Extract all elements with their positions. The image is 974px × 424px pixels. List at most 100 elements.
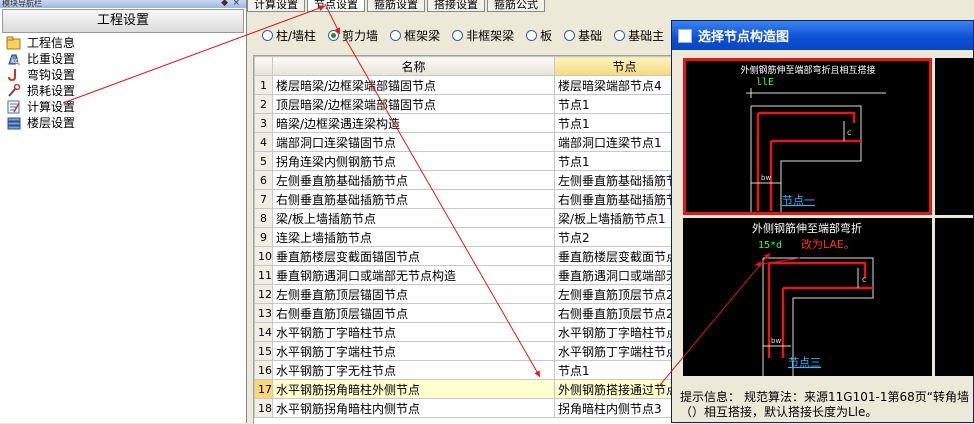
table-row[interactable]: 13 右侧垂直筋顶层锚固节点 右侧垂直筋顶层节点2 xyxy=(254,303,674,323)
dim-label: c xyxy=(862,275,866,284)
nav-item-loss[interactable]: 损耗设置 xyxy=(0,83,246,99)
node-value-cell[interactable]: 节点2 xyxy=(554,227,674,247)
node-value-cell[interactable]: 水平钢筋丁字端柱节点1 xyxy=(554,341,674,361)
node-option-3[interactable]: 外侧钢筋伸至端部弯折 15*d 改为LAE。 c bw 节点三 xyxy=(683,218,932,376)
table-row[interactable]: 14 水平钢筋丁字暗柱节点 水平钢筋丁字暗柱节点1 xyxy=(254,322,674,342)
node-value-cell[interactable]: 垂直筋遇洞口或端部无节 xyxy=(554,265,674,285)
component-type-radio-group: 柱/墙柱 剪力墙 框架梁 非框架梁 板 基础 基础主 xyxy=(262,24,682,46)
table-row[interactable]: 15 水平钢筋丁字端柱节点 水平钢筋丁字端柱节点1 xyxy=(254,341,674,361)
node-value-cell[interactable]: 垂直筋楼层变截面节点3 xyxy=(554,246,674,266)
table-row[interactable]: 7右侧垂直筋基础插筋节点右侧垂直筋基础插筋节点1 xyxy=(254,189,674,209)
node-option-4-partial[interactable] xyxy=(935,218,974,376)
node-name-cell: 左侧垂直筋基础插筋节点 xyxy=(272,170,555,190)
radio-button-icon[interactable] xyxy=(452,29,464,41)
nav-list: 工程信息 kg 比重设置 弯钩设置 损耗设置 计算设置 楼层设置 xyxy=(0,35,246,131)
radio-option[interactable]: 基础主 xyxy=(614,27,664,44)
node-value-cell[interactable]: 右侧垂直筋顶层节点2 xyxy=(554,303,674,323)
table-row[interactable]: 12 左侧垂直筋顶层锚固节点 左侧垂直筋顶层节点2 xyxy=(254,284,674,304)
node-label: 节点三 xyxy=(788,356,821,369)
node-name-cell: 暗梁/边框梁遇连梁构造 xyxy=(272,113,555,133)
radio-option[interactable]: 基础 xyxy=(564,27,602,44)
node-option-2-partial[interactable] xyxy=(935,58,974,215)
radio-button-icon[interactable] xyxy=(328,29,340,41)
table-row[interactable]: 10 垂直筋楼层变截面锚固节点 垂直筋楼层变截面节点3 xyxy=(254,246,674,266)
row-number: 12 xyxy=(254,284,273,304)
node-name-cell: 水平钢筋丁字无柱节点 xyxy=(272,360,555,380)
nav-item-floors[interactable]: 楼层设置 xyxy=(0,115,246,131)
pin-icon[interactable]: ◆ xyxy=(221,0,228,8)
node-value-cell[interactable]: 梁/板上墙插筋节点1 xyxy=(554,208,674,228)
close-icon[interactable]: × xyxy=(232,0,240,8)
nav-item-label: 工程信息 xyxy=(27,36,76,50)
radio-label: 剪力墙 xyxy=(342,28,379,43)
settings-tabs: 计算设置 节点设置 箍筋设置 搭接设置 箍筋公式 xyxy=(247,0,974,12)
table-row[interactable]: 4 端部洞口连梁锚固节点 端部洞口连梁节点1 xyxy=(254,132,674,152)
diagram-tag: 15*d xyxy=(758,240,782,251)
table-row[interactable]: 6左侧垂直筋基础插筋节点左侧垂直筋基础插筋节点1 xyxy=(254,170,674,190)
node-value-cell[interactable]: 节点1 xyxy=(554,360,674,380)
node-value-cell[interactable]: 拐角暗柱内侧节点3 xyxy=(554,398,674,418)
node-value-cell[interactable]: 节点1 xyxy=(554,113,674,133)
node-value-cell[interactable]: 端部洞口连梁节点1 xyxy=(554,132,674,152)
node-name-cell: 水平钢筋丁字暗柱节点 xyxy=(272,322,555,342)
node-value-cell[interactable]: 左侧垂直筋基础插筋节点1 xyxy=(554,170,674,190)
nav-item-calc[interactable]: 计算设置 xyxy=(0,99,246,115)
radio-button-icon[interactable] xyxy=(262,29,273,41)
tab-calc[interactable]: 计算设置 xyxy=(247,0,305,12)
nav-top-strip: 模块导航栏 ◆ × xyxy=(0,0,246,8)
wrench-icon xyxy=(6,83,22,98)
nav-item-hook[interactable]: 弯钩设置 xyxy=(0,67,246,83)
radio-button-icon[interactable] xyxy=(614,29,626,41)
node-value-cell[interactable]: 水平钢筋丁字暗柱节点1 xyxy=(554,322,674,342)
nav-item-weight[interactable]: kg 比重设置 xyxy=(0,51,246,67)
select-node-dialog: 选择节点构造图 外侧钢筋伸至端部弯折且相互搭接 llE c bw 节点一 外侧钢… xyxy=(671,20,974,423)
nav-header[interactable]: 工程设置 xyxy=(2,9,244,33)
table-row[interactable]: 2 顶层暗梁/边框梁端部锚固节点 节点1 xyxy=(254,94,674,114)
module-nav-panel: 模块导航栏 ◆ × 工程设置 工程信息 kg 比重设置 弯钩设置 损耗设置 计算… xyxy=(0,0,247,423)
table-row[interactable]: 16 水平钢筋丁字无柱节点 节点1 xyxy=(254,360,674,380)
row-number: 8 xyxy=(254,208,273,228)
radio-option[interactable]: 板 xyxy=(526,27,552,44)
table-row[interactable]: 17 水平钢筋拐角暗柱外侧节点 外侧钢筋搭接通过节点1 xyxy=(254,379,674,399)
node-value-cell[interactable]: 节点1 xyxy=(554,151,674,171)
node-value-cell[interactable]: 左侧垂直筋顶层节点2 xyxy=(554,284,674,304)
nav-item-label: 弯钩设置 xyxy=(27,68,76,82)
node-label: 节点一 xyxy=(782,194,815,207)
node-value-cell[interactable]: 右侧垂直筋基础插筋节点1 xyxy=(554,189,674,209)
radio-option[interactable]: 剪力墙 xyxy=(328,27,378,44)
node-name-cell: 连梁上墙插筋节点 xyxy=(272,227,555,247)
nav-item-project-info[interactable]: 工程信息 xyxy=(0,35,246,51)
node-value-cell[interactable]: 节点1 xyxy=(554,94,674,114)
radio-button-icon[interactable] xyxy=(390,29,402,41)
radio-button-icon[interactable] xyxy=(564,29,576,41)
radio-label: 非框架梁 xyxy=(466,28,515,43)
node-value-cell[interactable]: 外侧钢筋搭接通过节点1 xyxy=(554,379,674,399)
svg-text:kg: kg xyxy=(11,57,20,65)
table-row[interactable]: 11垂直钢筋遇洞口或端部无节点构造垂直筋遇洞口或端部无节 xyxy=(254,265,674,285)
dialog-title-bar[interactable]: 选择节点构造图 xyxy=(672,21,973,50)
table-row[interactable]: 1 楼层暗梁/边框梁端部锚固节点 楼层暗梁端部节点4 xyxy=(254,75,674,95)
tab-lap[interactable]: 搭接设置 xyxy=(427,0,485,12)
row-number: 14 xyxy=(254,322,273,342)
column-header-node[interactable]: 节点 xyxy=(554,56,674,76)
tab-stirrup-formula[interactable]: 箍筋公式 xyxy=(487,0,545,12)
radio-option[interactable]: 柱/墙柱 xyxy=(262,27,316,44)
table-row[interactable]: 5 拐角连梁内侧钢筋节点 节点1 xyxy=(254,151,674,171)
table-row[interactable]: 8 梁/板上墙插筋节点 梁/板上墙插筋节点1 xyxy=(254,208,674,228)
column-header-name[interactable]: 名称 xyxy=(272,56,555,76)
table-row[interactable]: 3 暗梁/边框梁遇连梁构造 节点1 xyxy=(254,113,674,133)
table-row[interactable]: 9 连梁上墙插筋节点 节点2 xyxy=(254,227,674,247)
row-number: 1 xyxy=(254,75,273,95)
radio-button-icon[interactable] xyxy=(526,29,538,41)
radio-option[interactable]: 非框架梁 xyxy=(452,27,514,44)
tab-node[interactable]: 节点设置 xyxy=(307,0,365,12)
row-number: 9 xyxy=(254,227,273,247)
folder-icon xyxy=(6,36,22,50)
node-option-1[interactable]: 外侧钢筋伸至端部弯折且相互搭接 llE c bw 节点一 xyxy=(683,58,932,215)
layers-icon xyxy=(6,116,22,130)
radio-option[interactable]: 框架梁 xyxy=(390,27,440,44)
table-row[interactable]: 18 水平钢筋拐角暗柱内侧节点 拐角暗柱内侧节点3 xyxy=(254,398,674,418)
radio-label: 柱/墙柱 xyxy=(276,28,317,43)
node-value-cell[interactable]: 楼层暗梁端部节点4 xyxy=(554,75,674,95)
tab-stirrup[interactable]: 箍筋设置 xyxy=(367,0,425,12)
